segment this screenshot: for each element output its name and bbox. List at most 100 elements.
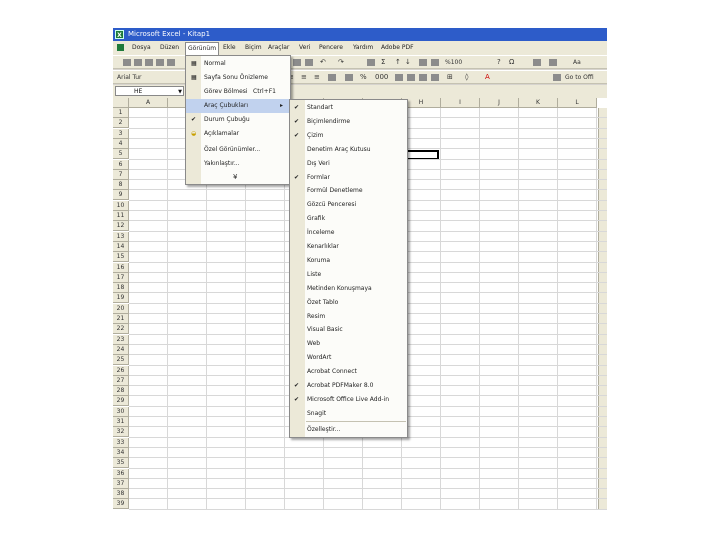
open-icon[interactable]	[134, 59, 142, 66]
row-header-37[interactable]: 37	[113, 478, 129, 489]
toolbar-item[interactable]: Özelleştir...	[290, 423, 407, 437]
toolbar-item[interactable]: ✔ Formlar	[290, 171, 407, 185]
autosum-icon[interactable]: Σ	[381, 58, 385, 67]
menu-item-status-bar[interactable]: ✔ Durum Çubuğu	[186, 113, 290, 127]
menu-dosya[interactable]: Dosya	[132, 44, 151, 51]
menu-item-zoom[interactable]: Yakınlaştır...	[186, 157, 290, 171]
menu-adobe-pdf[interactable]: Adobe PDF	[381, 44, 414, 51]
row-header-24[interactable]: 24	[113, 344, 129, 355]
row-header-1[interactable]: 1	[113, 108, 129, 118]
redo-icon[interactable]: ↷	[338, 58, 344, 67]
toolbar-item[interactable]: Grafik	[290, 212, 407, 226]
toolbar-item[interactable]: Kenarlıklar	[290, 240, 407, 254]
help-icon[interactable]: ?	[497, 58, 501, 67]
column-header-l[interactable]: L	[558, 98, 597, 108]
column-header-j[interactable]: J	[480, 98, 519, 108]
decrease-indent-icon[interactable]	[419, 74, 427, 81]
menu-bicim[interactable]: Biçim	[245, 44, 262, 51]
menu-gorunum[interactable]: Görünüm	[185, 42, 220, 55]
toolbar-item[interactable]: ✔ Acrobat PDFMaker 8.0	[290, 379, 407, 393]
row-header-23[interactable]: 23	[113, 334, 129, 345]
email-icon[interactable]	[167, 59, 175, 66]
sort-ascending-icon[interactable]: ↑	[395, 58, 401, 67]
row-header-27[interactable]: 27	[113, 375, 129, 386]
save-icon[interactable]	[145, 59, 153, 66]
aa-icon[interactable]: Aa	[573, 58, 581, 67]
toolbar-item[interactable]: WordArt	[290, 351, 407, 365]
font-name-select[interactable]: Arial Tur	[117, 73, 142, 82]
paste-icon[interactable]	[293, 59, 301, 66]
column-header-i[interactable]: I	[441, 98, 480, 108]
menu-item-comments[interactable]: ◒ Açıklamalar	[186, 127, 290, 141]
menu-araclar[interactable]: Araçlar	[268, 44, 289, 51]
toolbar-item[interactable]: Metinden Konuşmaya	[290, 282, 407, 296]
row-header-11[interactable]: 11	[113, 211, 129, 221]
row-header-5[interactable]: 5	[113, 149, 129, 160]
row-header-33[interactable]: 33	[113, 437, 129, 448]
row-header-38[interactable]: 38	[113, 489, 129, 500]
row-header-22[interactable]: 22	[113, 324, 129, 335]
borders-icon[interactable]: ⊞	[447, 73, 453, 82]
menu-item-toolbars[interactable]: Araç Çubukları ▸	[186, 99, 290, 113]
toolbar-item[interactable]: Snagit	[290, 407, 407, 421]
row-header-20[interactable]: 20	[113, 303, 129, 314]
row-header-35[interactable]: 35	[113, 458, 129, 469]
row-header-10[interactable]: 10	[113, 200, 129, 211]
row-header-3[interactable]: 3	[113, 128, 129, 139]
name-box[interactable]: HE ▼	[115, 86, 184, 96]
menu-duzen[interactable]: Düzen	[160, 44, 179, 51]
row-header-36[interactable]: 36	[113, 468, 129, 479]
select-all-corner[interactable]	[113, 98, 129, 108]
office-online-icon[interactable]	[553, 74, 561, 81]
new-icon[interactable]	[123, 59, 131, 66]
increase-indent-icon[interactable]	[431, 74, 439, 81]
row-header-2[interactable]: 2	[113, 118, 129, 129]
toolbar-item[interactable]: Web	[290, 337, 407, 351]
format-painter-icon[interactable]	[305, 59, 313, 66]
toolbar-item[interactable]: Dış Veri	[290, 157, 407, 171]
menu-item-page-break-preview[interactable]: ▦ Sayfa Sonu Önizleme	[186, 71, 290, 85]
menu-veri[interactable]: Veri	[299, 44, 310, 51]
sort-descending-icon[interactable]: ↓	[405, 58, 411, 67]
toolbar-item[interactable]: Resim	[290, 310, 407, 324]
row-header-13[interactable]: 13	[113, 231, 129, 242]
menu-expand[interactable]: ¥	[186, 170, 290, 184]
align-right-icon[interactable]: ≡	[314, 73, 320, 82]
chevron-down-icon[interactable]: ▼	[178, 87, 182, 97]
row-header-12[interactable]: 12	[113, 221, 129, 232]
workbook-icon[interactable]	[117, 44, 124, 51]
row-header-39[interactable]: 39	[113, 499, 129, 510]
row-header-19[interactable]: 19	[113, 293, 129, 304]
chart-wizard-icon[interactable]	[419, 59, 427, 66]
toolbar-item[interactable]: ✔ Çizim	[290, 129, 407, 143]
research-icon[interactable]	[533, 59, 541, 66]
column-header-k[interactable]: K	[519, 98, 558, 108]
zoom-select[interactable]: %100	[445, 58, 462, 67]
permission-icon[interactable]	[156, 59, 164, 66]
row-header-4[interactable]: 4	[113, 138, 129, 149]
menu-ekle[interactable]: Ekle	[223, 44, 236, 51]
toolbar-item[interactable]: Acrobat Connect	[290, 365, 407, 379]
toolbar-item[interactable]: Gözcü Penceresi	[290, 198, 407, 212]
increase-decimal-icon[interactable]	[395, 74, 403, 81]
percent-icon[interactable]: %	[360, 73, 367, 82]
toolbar-item[interactable]: Denetim Araç Kutusu	[290, 143, 407, 157]
currency-icon[interactable]	[345, 74, 353, 81]
merge-center-icon[interactable]	[328, 74, 336, 81]
toolbar-item[interactable]: Liste	[290, 268, 407, 282]
row-header-9[interactable]: 9	[113, 190, 129, 201]
row-header-18[interactable]: 18	[113, 283, 129, 294]
go-to-office-link[interactable]: Go to Offi	[565, 73, 594, 82]
hyperlink-icon[interactable]	[367, 59, 375, 66]
row-header-17[interactable]: 17	[113, 272, 129, 283]
toolbar-item[interactable]: ✔ Biçimlendirme	[290, 115, 407, 129]
column-header-a[interactable]: A	[129, 98, 168, 108]
menu-item-custom-views[interactable]: Özel Görünümler...	[186, 143, 290, 157]
omega-icon[interactable]: Ω	[509, 58, 514, 67]
row-header-28[interactable]: 28	[113, 386, 129, 397]
undo-icon[interactable]: ↶	[320, 58, 326, 67]
row-header-26[interactable]: 26	[113, 365, 129, 376]
toolbar-item[interactable]: Koruma	[290, 254, 407, 268]
font-color-icon[interactable]: A	[485, 73, 490, 82]
row-header-21[interactable]: 21	[113, 314, 129, 324]
